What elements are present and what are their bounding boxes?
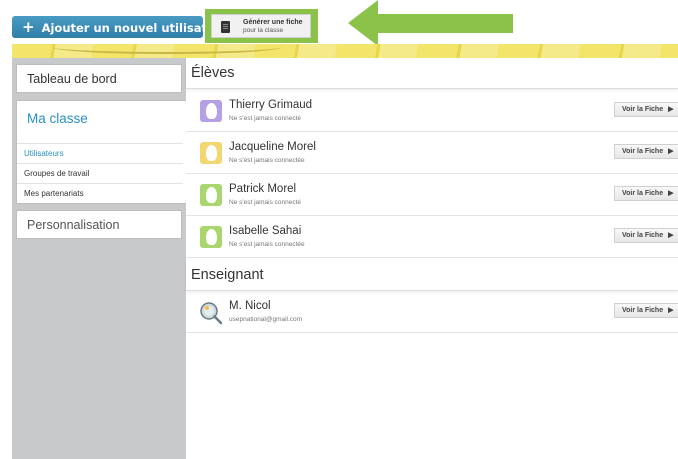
user-status: Ne s'est jamais connectée bbox=[229, 157, 305, 164]
avatar-icon bbox=[200, 226, 222, 248]
sidebar-item-users[interactable]: Utilisateurs bbox=[17, 143, 183, 163]
plus-icon: + bbox=[22, 18, 35, 36]
sidebar-item-partnerships[interactable]: Mes partenariats bbox=[17, 183, 183, 203]
view-sheet-button[interactable]: Voir la Fiche ▶ bbox=[614, 144, 678, 159]
table-row: Patrick Morel Ne s'est jamais connecté V… bbox=[186, 174, 678, 216]
triangle-right-icon: ▶ bbox=[668, 148, 674, 155]
sidebar-item-workgroups[interactable]: Groupes de travail bbox=[17, 163, 183, 183]
view-sheet-button[interactable]: Voir la Fiche ▶ bbox=[614, 186, 678, 201]
table-row: M. Nicol usepnational@gmail.com Voir la … bbox=[186, 291, 678, 333]
user-status: Ne s'est jamais connecté bbox=[229, 199, 302, 206]
triangle-right-icon: ▶ bbox=[668, 106, 674, 113]
sidebar-item-label: Personnalisation bbox=[27, 218, 120, 232]
user-name[interactable]: Thierry Grimaud bbox=[229, 99, 312, 111]
add-user-button[interactable]: + Ajouter un nouvel utilisateur bbox=[12, 16, 229, 38]
avatar-icon bbox=[200, 142, 222, 164]
sidebar-item-dashboard[interactable]: Tableau de bord bbox=[16, 64, 182, 93]
avatar-icon bbox=[200, 184, 222, 206]
sidebar-section-my-class: Ma classe Utilisateurs Groupes de travai… bbox=[16, 100, 186, 204]
user-status: Ne s'est jamais connecté bbox=[229, 115, 302, 122]
magnifier-avatar-icon bbox=[200, 302, 223, 325]
document-icon bbox=[221, 21, 230, 33]
triangle-right-icon: ▶ bbox=[668, 307, 674, 314]
user-email: usepnational@gmail.com bbox=[229, 316, 303, 323]
sidebar-item-label: Tableau de bord bbox=[27, 72, 117, 86]
triangle-right-icon: ▶ bbox=[668, 190, 674, 197]
user-status: Ne s'est jamais connectée bbox=[229, 241, 305, 248]
table-row: Isabelle Sahai Ne s'est jamais connectée… bbox=[186, 216, 678, 258]
decorative-banner bbox=[12, 44, 678, 58]
table-row: Thierry Grimaud Ne s'est jamais connecté… bbox=[186, 90, 678, 132]
generate-label-line2: pour la classe bbox=[243, 27, 284, 34]
sidebar-item-my-class[interactable]: Ma classe bbox=[27, 111, 88, 126]
section-title-teachers: Enseignant bbox=[186, 260, 678, 291]
top-toolbar: + Ajouter un nouvel utilisateur Générer u… bbox=[0, 0, 678, 46]
generate-label-line1: Générer une fiche bbox=[243, 19, 303, 26]
avatar-icon bbox=[200, 100, 222, 122]
section-title-students: Élèves bbox=[186, 58, 678, 89]
generate-highlight-frame: Générer une fiche pour la classe bbox=[205, 9, 318, 43]
sidebar-item-personalization[interactable]: Personnalisation bbox=[16, 210, 182, 239]
view-sheet-button[interactable]: Voir la Fiche ▶ bbox=[614, 228, 678, 243]
user-name[interactable]: Isabelle Sahai bbox=[229, 225, 301, 237]
triangle-right-icon: ▶ bbox=[668, 232, 674, 239]
main-content: Élèves Thierry Grimaud Ne s'est jamais c… bbox=[186, 58, 678, 459]
sidebar: Tableau de bord Ma classe Utilisateurs G… bbox=[12, 58, 186, 459]
user-name[interactable]: Patrick Morel bbox=[229, 183, 296, 195]
user-name[interactable]: M. Nicol bbox=[229, 300, 271, 312]
view-sheet-button[interactable]: Voir la Fiche ▶ bbox=[614, 102, 678, 117]
table-row: Jacqueline Morel Ne s'est jamais connect… bbox=[186, 132, 678, 174]
generate-class-sheet-button[interactable]: Générer une fiche pour la classe bbox=[211, 14, 311, 38]
user-name[interactable]: Jacqueline Morel bbox=[229, 141, 316, 153]
view-sheet-button[interactable]: Voir la Fiche ▶ bbox=[614, 303, 678, 318]
